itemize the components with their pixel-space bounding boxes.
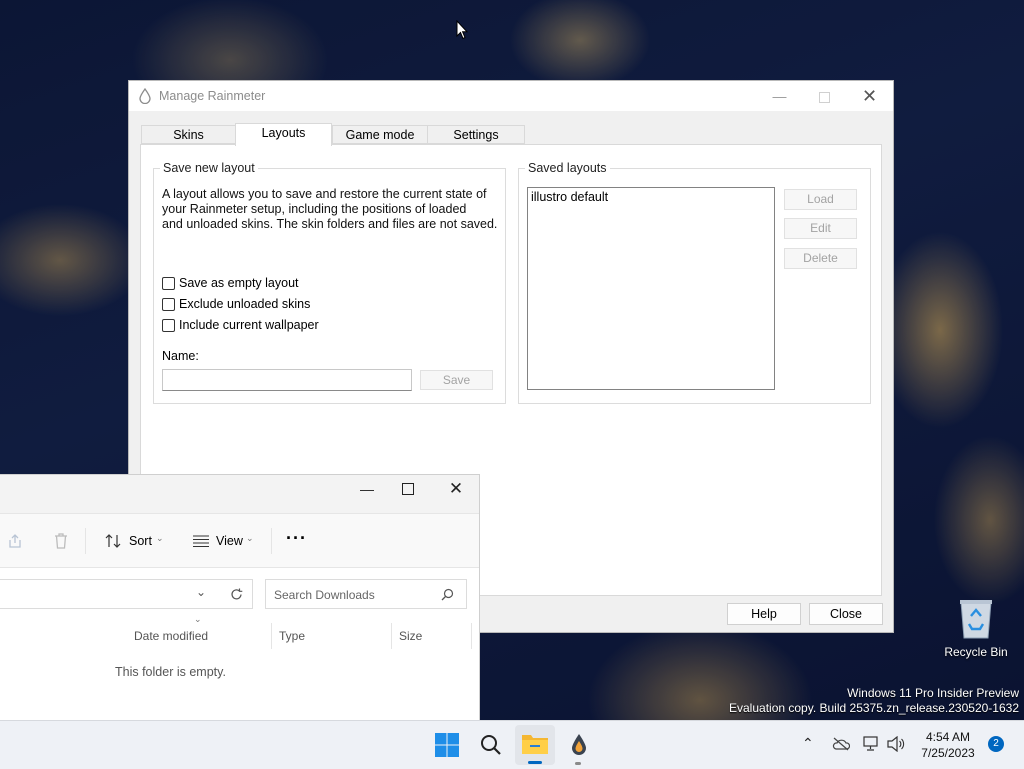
layout-name-input[interactable]	[162, 369, 412, 391]
recycle-bin-icon	[960, 600, 992, 639]
explorer-window: — ✕ Sort ⌄ View ⌄ ··· ⌄ Search Downloads…	[0, 474, 480, 722]
share-icon[interactable]	[7, 533, 23, 549]
checkbox-label: Include current wallpaper	[179, 318, 319, 332]
sort-indicator-icon: ⌄	[194, 614, 202, 624]
explorer-address-row: ⌄ Search Downloads	[0, 567, 479, 616]
watermark-line: Evaluation copy. Build 25375.zn_release.…	[729, 701, 1019, 715]
save-empty-layout-checkbox[interactable]: Save as empty layout	[162, 276, 299, 290]
network-icon[interactable]	[863, 736, 881, 752]
divider	[85, 528, 86, 554]
help-button[interactable]: Help	[727, 603, 801, 625]
search-box[interactable]: Search Downloads	[265, 579, 467, 609]
active-app-indicator	[528, 761, 542, 764]
save-layout-group-label: Save new layout	[160, 161, 258, 175]
address-bar[interactable]: ⌄	[0, 579, 253, 609]
watermark-line: Windows 11 Pro Insider Preview	[847, 686, 1019, 700]
explorer-close-button[interactable]: ✕	[446, 479, 466, 499]
divider	[271, 528, 272, 554]
rainmeter-title: Manage Rainmeter	[159, 89, 266, 103]
refresh-icon[interactable]	[230, 588, 243, 601]
divider	[271, 623, 272, 649]
tab-layouts[interactable]: Layouts	[235, 123, 332, 146]
explorer-command-bar: Sort ⌄ View ⌄ ···	[0, 513, 479, 568]
chevron-down-icon: ⌄	[246, 533, 254, 543]
column-size[interactable]: Size	[399, 629, 422, 643]
folder-icon	[522, 735, 548, 754]
rainmeter-taskbar-icon[interactable]	[563, 729, 595, 761]
view-button[interactable]: View	[216, 534, 243, 548]
description-line: your Rainmeter setup, including the posi…	[162, 202, 467, 216]
sort-button[interactable]: Sort	[129, 534, 152, 548]
rainmeter-titlebar[interactable]: Manage Rainmeter — ✕	[129, 81, 893, 111]
sort-icon	[105, 534, 121, 548]
save-button[interactable]: Save	[420, 370, 493, 390]
file-explorer-taskbar-button[interactable]	[515, 725, 555, 765]
checkbox-box[interactable]	[162, 276, 175, 290]
tab-game-mode[interactable]: Game mode	[332, 125, 428, 144]
exclude-unloaded-checkbox[interactable]: Exclude unloaded skins	[162, 297, 310, 311]
name-label: Name:	[162, 349, 199, 363]
saved-layouts-group: Saved layouts illustro default Load Edit…	[518, 161, 871, 404]
column-date-modified[interactable]: Date modified	[134, 629, 208, 643]
clock[interactable]: 4:54 AM 7/25/2023	[912, 729, 984, 761]
notification-badge[interactable]: 2	[988, 736, 1004, 752]
running-app-indicator	[575, 762, 581, 765]
explorer-maximize-button[interactable]	[402, 483, 414, 495]
checkbox-label: Save as empty layout	[179, 276, 299, 290]
checkbox-box[interactable]	[162, 297, 175, 311]
delete-icon[interactable]	[54, 533, 68, 549]
recycle-bin[interactable]: Recycle Bin	[944, 596, 1008, 659]
explorer-minimize-button[interactable]: —	[357, 481, 377, 501]
more-options-icon[interactable]: ···	[286, 528, 307, 549]
file-list: ⌄ Date modified Type Size This folder is…	[0, 614, 479, 721]
include-wallpaper-checkbox[interactable]: Include current wallpaper	[162, 318, 319, 332]
load-button[interactable]: Load	[784, 189, 857, 210]
maximize-button[interactable]	[802, 81, 847, 111]
save-layout-group: Save new layout A layout allows you to s…	[153, 161, 506, 404]
windows-start-icon[interactable]	[431, 729, 463, 761]
search-icon[interactable]	[441, 588, 454, 601]
divider	[471, 623, 472, 649]
description-line: and unloaded skins. The skin folders and…	[162, 217, 498, 231]
minimize-button[interactable]: —	[757, 81, 802, 111]
taskbar: ⌃ 4:54 AM 7/25/2023 2	[0, 720, 1024, 769]
clock-time: 4:54 AM	[925, 730, 971, 744]
saved-layouts-group-label: Saved layouts	[525, 161, 610, 175]
mouse-cursor-icon	[456, 20, 468, 40]
explorer-titlebar[interactable]: — ✕	[0, 475, 479, 513]
layout-description: A layout allows you to save and restore …	[162, 187, 497, 232]
clock-date: 7/25/2023	[921, 746, 975, 760]
onedrive-icon[interactable]	[832, 737, 850, 751]
checkbox-box[interactable]	[162, 318, 175, 332]
volume-icon[interactable]	[887, 736, 905, 752]
search-icon[interactable]	[475, 729, 507, 761]
checkbox-label: Exclude unloaded skins	[179, 297, 311, 311]
saved-layouts-list[interactable]: illustro default	[527, 187, 775, 390]
tab-settings[interactable]: Settings	[427, 125, 525, 144]
tab-skins[interactable]: Skins	[141, 125, 236, 144]
close-window-button[interactable]: ✕	[847, 81, 892, 111]
chevron-down-icon: ⌄	[156, 533, 164, 543]
view-icon	[193, 535, 209, 547]
close-button[interactable]: Close	[809, 603, 883, 625]
search-placeholder: Search Downloads	[274, 588, 375, 602]
empty-folder-message: This folder is empty.	[115, 665, 226, 679]
column-type[interactable]: Type	[279, 629, 305, 643]
delete-button[interactable]: Delete	[784, 248, 857, 269]
saved-layout-item[interactable]: illustro default	[531, 190, 771, 204]
rainmeter-drop-icon	[139, 88, 151, 104]
chevron-down-icon[interactable]: ⌄	[196, 585, 206, 599]
recycle-bin-label: Recycle Bin	[944, 645, 1008, 659]
divider	[391, 623, 392, 649]
chevron-up-icon[interactable]: ⌃	[802, 735, 814, 752]
description-line: A layout allows you to save and restore …	[162, 187, 487, 201]
edit-button[interactable]: Edit	[784, 218, 857, 239]
evaluation-watermark: Windows 11 Pro Insider Preview Evaluatio…	[729, 686, 1019, 716]
